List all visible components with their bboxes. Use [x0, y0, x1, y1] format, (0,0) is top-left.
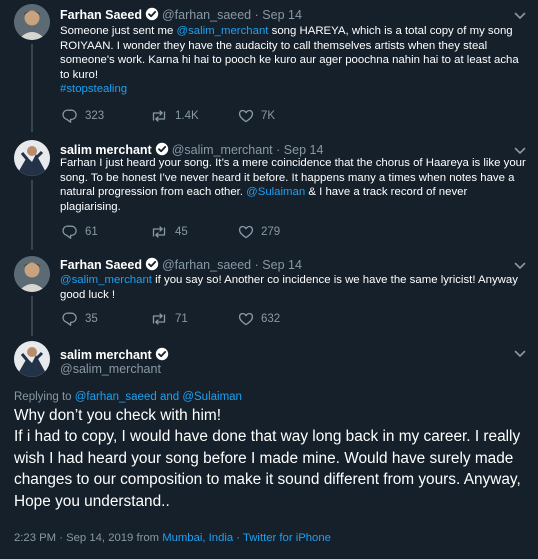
like-count: 279: [261, 226, 281, 238]
author-handle[interactable]: @farhan_saeed: [162, 258, 251, 272]
thread-line: [31, 180, 33, 250]
tweet-header: Farhan Saeed @farhan_saeed · Sep 14: [60, 7, 302, 23]
retweet-count: 45: [175, 226, 188, 238]
author-name[interactable]: salim merchant: [60, 348, 152, 362]
reply-icon: [62, 225, 77, 239]
reply-icon: [62, 109, 77, 123]
tweet-actions: 35 71 632: [62, 311, 522, 327]
main-tweet: salim merchant @salim_merchant Replying …: [0, 336, 538, 559]
replying-to-link[interactable]: @farhan_saeed and @Sulaiman: [75, 391, 242, 403]
mention-link[interactable]: @Sulaiman: [246, 186, 305, 198]
tweet-date[interactable]: Sep 14: [262, 8, 302, 22]
avatar-salim[interactable]: [14, 341, 50, 377]
retweet-button[interactable]: 45: [150, 224, 188, 240]
verified-badge-icon: [154, 347, 169, 361]
replying-label: Replying to: [14, 391, 75, 403]
chevron-down-icon[interactable]: [514, 147, 526, 155]
tweet-text-part: Someone just sent me: [60, 25, 177, 37]
avatar-farhan[interactable]: [14, 4, 50, 40]
retweet-icon: [152, 313, 166, 325]
heart-icon: [238, 312, 254, 326]
like-count: 632: [261, 313, 281, 325]
main-tweet-text: Why don’t you check with him! If i had t…: [14, 407, 521, 510]
location-link[interactable]: Mumbai, India: [162, 532, 233, 544]
chevron-down-icon[interactable]: [514, 12, 526, 20]
mention-link[interactable]: @salim_merchant: [60, 274, 152, 286]
reply-button[interactable]: 35: [62, 311, 98, 327]
reply-button[interactable]: 61: [62, 224, 98, 240]
tweet-timestamp[interactable]: 2:23 PM · Sep 14, 2019 from: [14, 532, 162, 544]
thread-line: [31, 44, 33, 132]
verified-badge-icon: [154, 142, 169, 156]
heart-icon: [238, 225, 254, 239]
heart-icon: [238, 109, 254, 123]
reply-count: 35: [85, 313, 98, 325]
reply-icon: [62, 312, 77, 326]
tweet-text: Farhan I just heard your song. It’s a me…: [60, 156, 526, 214]
reply-count: 323: [85, 110, 105, 122]
like-count: 7K: [261, 110, 276, 122]
separator-dot: ·: [254, 8, 259, 22]
verified-badge-icon: [144, 7, 159, 21]
like-button[interactable]: 7K: [238, 108, 275, 124]
mention-link[interactable]: @salim_merchant: [177, 25, 269, 37]
tweet-1[interactable]: Farhan Saeed @farhan_saeed · Sep 14 Someo…: [0, 0, 538, 132]
retweet-count: 1.4K: [175, 110, 199, 122]
replying-to: Replying to @farhan_saeed and @Sulaiman: [14, 391, 242, 403]
chevron-down-icon[interactable]: [514, 350, 526, 358]
reply-count: 61: [85, 226, 98, 238]
tweet-actions: 61 45 279: [62, 224, 522, 240]
separator-dot: ·: [254, 258, 259, 272]
tweet-date[interactable]: Sep 14: [284, 143, 324, 157]
tweet-header: Farhan Saeed @farhan_saeed · Sep 14: [60, 257, 302, 273]
tweet-text: Someone just sent me @salim_merchant son…: [60, 24, 526, 97]
retweet-count: 71: [175, 313, 188, 325]
author-name[interactable]: Farhan Saeed: [60, 8, 142, 22]
tweet-text: @salim_merchant if you say so! Another c…: [60, 273, 526, 302]
tweet-date[interactable]: Sep 14: [262, 258, 302, 272]
reply-button[interactable]: 323: [62, 108, 104, 124]
author-handle[interactable]: @salim_merchant: [60, 362, 161, 376]
tweet-actions: 323 1.4K 7K: [62, 108, 522, 124]
thread-line: [31, 296, 33, 336]
source-link[interactable]: Twitter for iPhone: [243, 532, 331, 544]
author-name[interactable]: salim merchant: [60, 143, 152, 157]
like-button[interactable]: 279: [238, 224, 280, 240]
author-name[interactable]: Farhan Saeed: [60, 258, 142, 272]
author-handle[interactable]: @farhan_saeed: [162, 8, 251, 22]
retweet-button[interactable]: 1.4K: [150, 108, 199, 124]
retweet-icon: [152, 110, 166, 122]
tweet-2[interactable]: salim merchant @salim_merchant · Sep 14 F…: [0, 132, 538, 250]
separator-dot: ·: [276, 143, 281, 157]
tweet-3[interactable]: Farhan Saeed @farhan_saeed · Sep 14 @sali…: [0, 250, 538, 336]
like-button[interactable]: 632: [238, 311, 280, 327]
retweet-button[interactable]: 71: [150, 311, 188, 327]
hashtag-link[interactable]: #stopstealing: [60, 83, 127, 95]
separator-dot: ·: [233, 532, 243, 544]
retweet-icon: [152, 226, 166, 238]
author-handle[interactable]: @salim_merchant: [172, 143, 273, 157]
avatar-salim[interactable]: [14, 140, 50, 176]
verified-badge-icon: [144, 257, 159, 271]
chevron-down-icon[interactable]: [514, 262, 526, 270]
avatar-farhan[interactable]: [14, 256, 50, 292]
tweet-meta: 2:23 PM · Sep 14, 2019 from Mumbai, Indi…: [14, 532, 331, 544]
